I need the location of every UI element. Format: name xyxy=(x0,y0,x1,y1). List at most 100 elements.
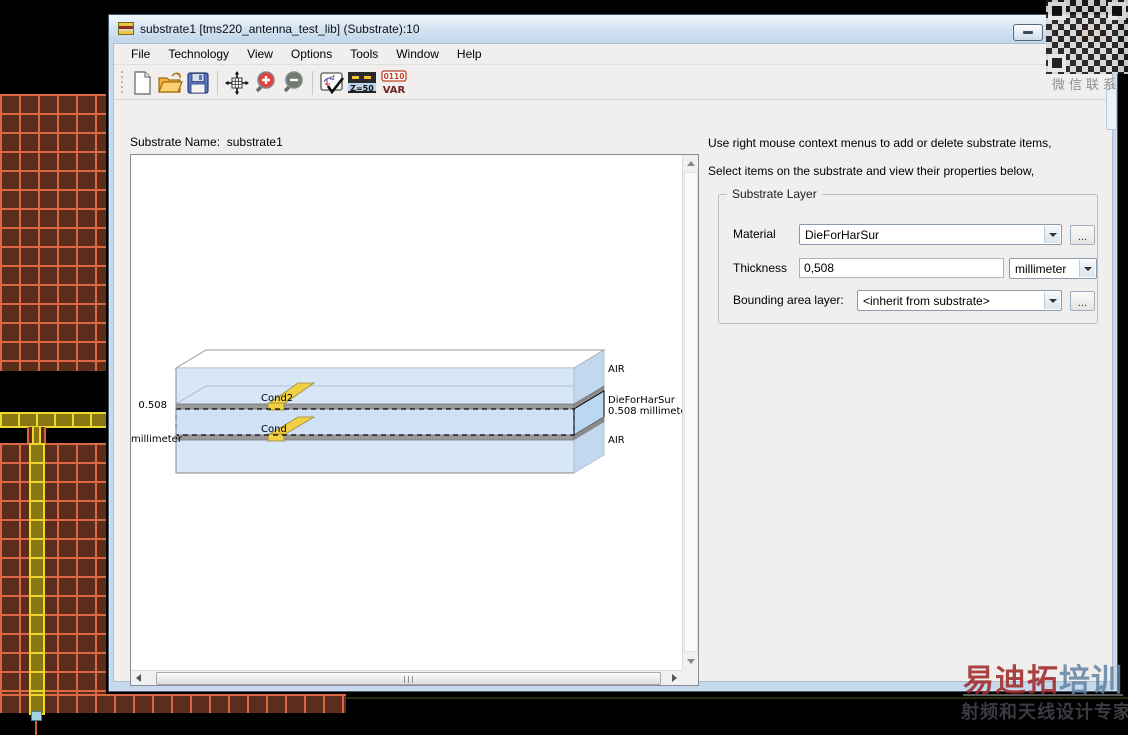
toolbar: rf Z=50 0110 VAR xyxy=(114,66,1112,100)
vertical-scrollbar[interactable] xyxy=(682,155,698,670)
dim-unit-label: millimeter xyxy=(131,434,183,445)
interface-cond[interactable] xyxy=(175,434,575,441)
brand-divider xyxy=(963,694,1123,696)
var-icon: 0110 VAR xyxy=(381,69,407,96)
menu-item-options[interactable]: Options xyxy=(282,44,341,64)
svg-text:0110: 0110 xyxy=(384,72,405,81)
substrate-name-value: substrate1 xyxy=(226,135,283,149)
zoom-in-icon xyxy=(255,70,275,92)
open-button[interactable] xyxy=(156,69,184,97)
substrate-app-icon xyxy=(118,22,134,35)
svg-text:Z=50: Z=50 xyxy=(350,84,374,93)
substrate-name-label: Substrate Name: xyxy=(130,135,221,149)
cond2-label: Cond2 xyxy=(261,393,293,404)
dim-value-label: 0.508 xyxy=(138,400,167,411)
material-dropdown-icon[interactable] xyxy=(1044,226,1060,243)
bounding-dropdown-icon[interactable] xyxy=(1044,292,1060,309)
horizontal-scrollbar-thumb[interactable] xyxy=(156,672,661,685)
air-top-face[interactable] xyxy=(174,349,606,369)
material-combobox[interactable]: DieForHarSur xyxy=(799,224,1062,245)
minimize-button[interactable] xyxy=(1013,24,1043,41)
cond-label: Cond xyxy=(261,424,287,435)
thumb-grip-icon xyxy=(403,676,415,683)
menu-item-window[interactable]: Window xyxy=(387,44,448,64)
substrate-view-panel: Cond2 Cond 0.508 millimeter AIR DieForHa… xyxy=(130,154,699,686)
brand-accent: 培训 xyxy=(1059,663,1123,698)
pan-grid-icon xyxy=(225,70,249,95)
z50-substrate-button[interactable]: Z=50 xyxy=(346,69,378,97)
layer-air-lower[interactable] xyxy=(175,439,575,474)
brand-main: 易迪拓 xyxy=(963,663,1059,698)
scroll-left-icon[interactable] xyxy=(136,674,141,682)
background-ground-mesh-bottom xyxy=(0,443,106,694)
var-button[interactable]: 0110 VAR xyxy=(378,69,410,97)
zoom-in-button[interactable] xyxy=(251,69,279,97)
menu-item-view[interactable]: View xyxy=(238,44,282,64)
menu-bar: File Technology View Options Tools Windo… xyxy=(114,44,1112,65)
bounding-value: <inherit from substrate> xyxy=(863,293,990,308)
background-horizontal-trace xyxy=(0,412,106,428)
bounding-more-button[interactable]: ... xyxy=(1070,291,1095,311)
substrate-name-caption: Substrate Name: substrate1 xyxy=(130,135,283,149)
scroll-up-icon[interactable] xyxy=(687,161,695,166)
thickness-unit-combobox[interactable]: millimeter xyxy=(1009,258,1097,279)
background-ground-mesh-top xyxy=(0,94,106,371)
air-top-label: AIR xyxy=(608,364,625,375)
vertical-scrollbar-thumb[interactable] xyxy=(684,172,698,652)
brand-subtitle: 射频和天线设计专家 xyxy=(961,702,1128,722)
background-port-lead xyxy=(35,721,37,735)
toolbar-separator xyxy=(312,70,313,95)
interface-cond2[interactable] xyxy=(175,403,575,410)
thickness-label: Thickness xyxy=(733,261,788,275)
die-name-label: DieForHarSur xyxy=(608,395,676,406)
qr-code-watermark xyxy=(1046,0,1128,74)
qr-finder-icon xyxy=(1108,2,1126,20)
qr-finder-icon xyxy=(1048,54,1066,72)
qr-finder-icon xyxy=(1048,2,1066,20)
thickness-input[interactable] xyxy=(799,258,1004,278)
background-vertical-trace xyxy=(29,443,45,694)
zoom-out-icon xyxy=(283,70,303,92)
menu-item-tools[interactable]: Tools xyxy=(341,44,387,64)
svg-text:VAR: VAR xyxy=(383,85,406,96)
air-bottom-label: AIR xyxy=(608,435,625,446)
background-feed-stub xyxy=(27,427,46,444)
window-body: File Technology View Options Tools Windo… xyxy=(113,43,1113,686)
background-ground-mesh-row xyxy=(0,694,346,713)
menu-item-technology[interactable]: Technology xyxy=(159,44,238,64)
menu-item-help[interactable]: Help xyxy=(448,44,491,64)
window-title: substrate1 [tms220_antenna_test_lib] (Su… xyxy=(140,21,420,36)
scroll-right-icon[interactable] xyxy=(672,674,677,682)
material-value: DieForHarSur xyxy=(805,227,880,242)
bounding-combobox[interactable]: <inherit from substrate> xyxy=(857,290,1062,311)
horizontal-scrollbar[interactable] xyxy=(131,670,682,685)
hint-add-delete: Use right mouse context menus to add or … xyxy=(708,136,1052,150)
layer-dieforharsur[interactable] xyxy=(176,409,574,435)
substrate-layer-group: Substrate Layer Material DieForHarSur ..… xyxy=(718,187,1098,324)
menu-item-file[interactable]: File xyxy=(122,44,159,64)
thickness-unit-value: millimeter xyxy=(1015,261,1067,276)
save-floppy-icon xyxy=(187,71,209,94)
material-more-button[interactable]: ... xyxy=(1070,225,1095,245)
scroll-down-icon[interactable] xyxy=(687,659,695,664)
side-scrollbar-thumb[interactable] xyxy=(1106,88,1117,130)
substrate-check-button[interactable]: rf xyxy=(318,69,346,97)
thickness-unit-dropdown-icon[interactable] xyxy=(1079,260,1095,277)
new-document-icon xyxy=(134,70,151,95)
die-thickness-label: 0.508 millimeter xyxy=(608,406,682,417)
group-title: Substrate Layer xyxy=(727,187,822,201)
fit-view-button[interactable] xyxy=(223,69,251,97)
toolbar-separator xyxy=(217,70,218,95)
new-button[interactable] xyxy=(128,69,156,97)
save-button[interactable] xyxy=(184,69,212,97)
substrate-canvas[interactable]: Cond2 Cond 0.508 millimeter AIR DieForHa… xyxy=(131,155,692,670)
z50-substrate-icon: Z=50 xyxy=(348,71,376,93)
substrate-check-icon: rf xyxy=(320,71,345,94)
background-port-marker xyxy=(31,711,42,721)
zoom-out-button[interactable] xyxy=(279,69,307,97)
material-label: Material xyxy=(733,227,776,241)
scrollbar-corner xyxy=(682,670,698,685)
toolbar-drag-handle-icon[interactable] xyxy=(120,70,124,95)
qr-caption: 微信联系 xyxy=(1052,77,1121,92)
title-bar[interactable]: substrate1 [tms220_antenna_test_lib] (Su… xyxy=(109,15,1117,42)
